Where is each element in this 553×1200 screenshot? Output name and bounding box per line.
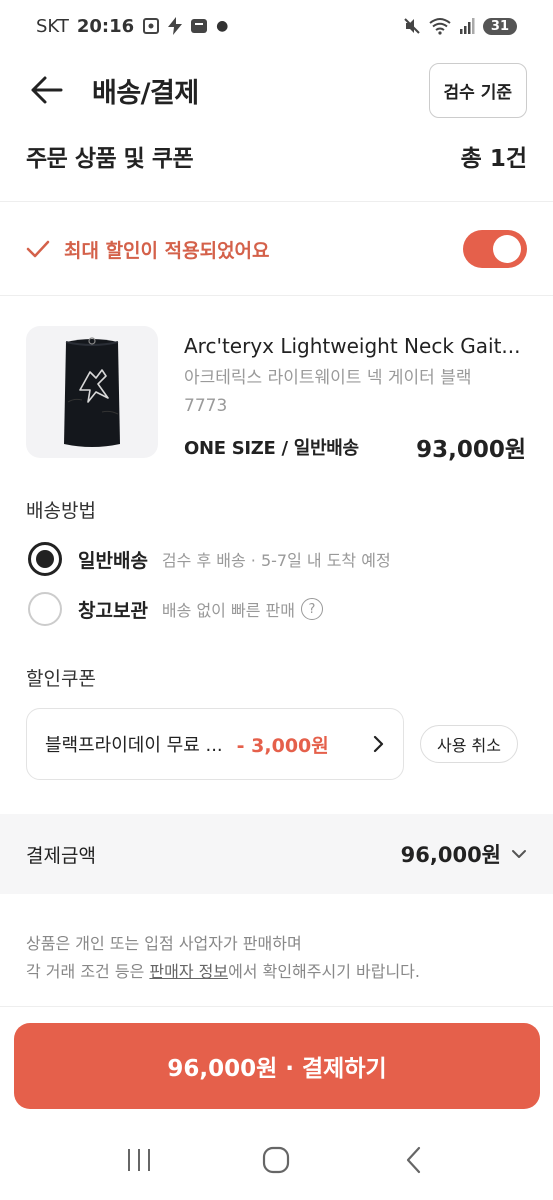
product-korean-name-line: 아크테릭스 라이트웨이트 넥 게이터 블랙 (184, 368, 472, 388)
app-header: 배송/결제 검수 기준 (0, 58, 553, 122)
order-section-title: 주문 상품 및 쿠폰 (26, 146, 194, 172)
inspection-criteria-button[interactable]: 검수 기준 (428, 62, 527, 118)
page-title: 배송/결제 (92, 77, 199, 109)
max-discount-row: 최대 할인이 적용되었어요 (0, 222, 553, 276)
arrow-left-icon (31, 76, 63, 104)
product-item[interactable]: Arc'teryx Lightweight Neck Gait... 아크테릭스… (26, 326, 526, 463)
order-summary-header: 주문 상품 및 쿠폰 총 1건 (0, 132, 553, 180)
product-name: Arc'teryx Lightweight Neck Gait... (184, 334, 521, 358)
radio-warehouse-storage[interactable] (28, 592, 62, 626)
product-price: 93,000원 (416, 437, 526, 463)
toggle-knob (493, 235, 521, 263)
product-thumbnail (26, 326, 158, 458)
max-discount-text: 최대 할인이 적용되었어요 (64, 239, 270, 262)
mute-icon (403, 17, 421, 35)
seller-notice: 상품은 개인 또는 입점 사업자가 판매하며 각 거래 조건 등은 판매자 정보… (26, 930, 420, 986)
system-back-button[interactable] (384, 1135, 444, 1185)
divider (0, 201, 553, 202)
screenshot-icon (142, 17, 160, 35)
more-notifications-dot: ● (216, 18, 229, 34)
order-count: 총 1건 (460, 146, 527, 172)
back-button[interactable] (26, 70, 66, 110)
payment-amount: 96,000원 (400, 843, 501, 867)
shipping-option-storage[interactable]: 창고보관 배송 없이 빠른 판매 ? (28, 592, 323, 626)
coupon-name: 블랙프라이데이 무료 ... (45, 735, 223, 756)
wifi-icon (429, 17, 451, 35)
seller-info-link[interactable]: 판매자 정보 (149, 962, 228, 981)
checkout-button[interactable]: 96,000원 · 결제하기 (14, 1023, 540, 1109)
payment-amount-label: 결제금액 (26, 844, 96, 867)
notice-line: 각 거래 조건 등은 판매자 정보에서 확인해주시기 바랍니다. (26, 958, 420, 986)
notification-app-icon (190, 17, 208, 35)
shipping-option-standard[interactable]: 일반배송 검수 후 배송 · 5-7일 내 도착 예정 (28, 542, 391, 576)
payment-amount-row[interactable]: 결제금액 96,000원 (0, 814, 553, 894)
notice-line: 상품은 개인 또는 입점 사업자가 판매하며 (26, 934, 302, 953)
battery-indicator: 31 (482, 17, 517, 35)
coupon-selector[interactable]: 블랙프라이데이 무료 ... - 3,000원 (26, 708, 404, 780)
shipping-method-label: 배송방법 (26, 500, 96, 522)
divider (0, 295, 553, 296)
shipping-option-desc: 배송 없이 빠른 판매 (161, 601, 295, 620)
clock: 20:16 (76, 15, 135, 37)
coupon-label: 할인쿠폰 (26, 668, 96, 690)
flash-icon (168, 17, 183, 35)
max-discount-toggle[interactable] (463, 230, 527, 268)
chevron-right-icon (373, 735, 385, 753)
product-model-number: 7773 (184, 396, 228, 416)
coupon-discount-amount: - 3,000원 (236, 734, 329, 757)
home-button[interactable] (246, 1135, 306, 1185)
notice-text: 각 거래 조건 등은 (26, 962, 150, 981)
recent-apps-icon (127, 1149, 150, 1171)
status-bar: SKT 20:16 ● 31 (0, 0, 553, 52)
radio-standard-shipping[interactable] (28, 542, 62, 576)
coupon-cancel-button[interactable]: 사용 취소 (420, 725, 518, 763)
help-icon[interactable]: ? (300, 598, 323, 620)
home-icon (263, 1146, 290, 1174)
divider (0, 1006, 553, 1007)
product-korean-name: 아크테릭스 라이트웨이트 넥 게이터 블랙 7773 (184, 364, 526, 420)
chevron-down-icon (511, 849, 527, 859)
recent-apps-button[interactable] (109, 1135, 169, 1185)
back-chevron-icon (407, 1146, 421, 1174)
notice-text: 에서 확인해주시기 바랍니다. (228, 962, 420, 981)
check-icon (26, 240, 50, 258)
shipping-option-label: 창고보관 (78, 599, 148, 622)
shipping-option-desc: 검수 후 배송 · 5-7일 내 도착 예정 (161, 551, 391, 570)
carrier-label: SKT (36, 15, 69, 37)
signal-icon (459, 17, 475, 35)
product-option: ONE SIZE / 일반배송 (184, 438, 359, 459)
system-nav-bar (0, 1130, 553, 1190)
shipping-option-label: 일반배송 (78, 549, 148, 572)
